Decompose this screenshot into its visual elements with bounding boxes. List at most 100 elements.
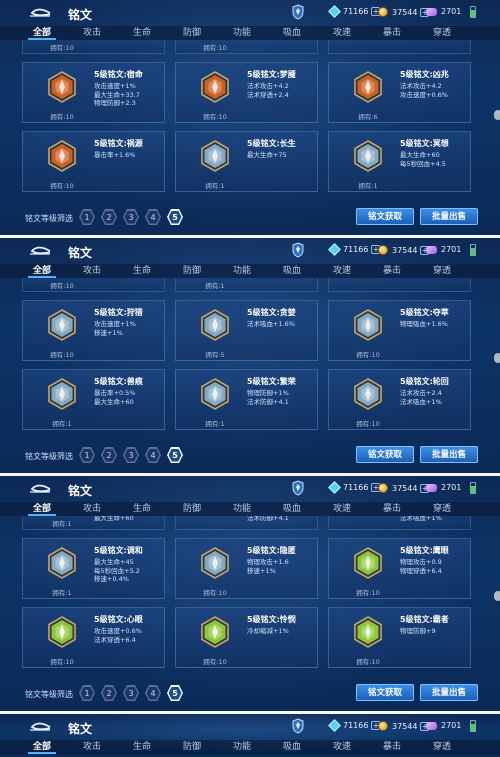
level-filter-1[interactable]: 1: [79, 685, 95, 701]
tab-8[interactable]: 穿透: [422, 740, 462, 754]
level-filter-4[interactable]: 4: [145, 447, 161, 463]
inscription-card[interactable]: 5级铭文:兽痕 暴击率+0.5% 最大生命+60 拥有:1: [22, 369, 165, 430]
inscription-card[interactable]: 5级铭文:夺萃 物理吸血+1.6% 拥有:10: [328, 300, 471, 361]
tab-8[interactable]: 穿透: [422, 26, 462, 40]
tab-5[interactable]: 吸血: [272, 264, 312, 278]
back-button[interactable]: [28, 7, 52, 19]
tab-2[interactable]: 生命: [122, 26, 162, 40]
shield-badge-icon[interactable]: [292, 242, 304, 258]
back-button[interactable]: [28, 245, 52, 257]
inscription-card[interactable]: 5级铭文:霸者 物理防御+9 拥有:10: [328, 607, 471, 668]
tab-6[interactable]: 攻速: [322, 264, 362, 278]
tab-4[interactable]: 功能: [222, 740, 262, 754]
tab-1[interactable]: 攻击: [72, 740, 112, 754]
tab-7[interactable]: 暴击: [372, 26, 412, 40]
tab-0[interactable]: 全部: [22, 26, 62, 40]
tab-3[interactable]: 防御: [172, 264, 212, 278]
inscription-card[interactable]: 5级铭文:轮回 法术攻击+2.4 法术吸血+1% 拥有:10: [328, 369, 471, 430]
level-filter-1[interactable]: 1: [79, 209, 95, 225]
tab-7[interactable]: 暴击: [372, 740, 412, 754]
inscription-card[interactable]: 5级铭文:梦魇 法术攻击+4.2 法术穿透+2.4 拥有:10: [175, 62, 318, 123]
shield-badge-icon[interactable]: [292, 4, 304, 20]
inscription-card[interactable]: 5级铭文:鹰眼 物理攻击+0.9 物理穿透+6.4 拥有:10: [328, 538, 471, 599]
side-scroll-handle[interactable]: [494, 110, 500, 120]
tab-2[interactable]: 生命: [122, 264, 162, 278]
tab-4[interactable]: 功能: [222, 502, 262, 516]
inscription-name: 5级铭文:心眼: [94, 615, 143, 624]
shield-badge-icon[interactable]: [292, 718, 304, 734]
inscription-card[interactable]: 5级铭文:狩猎 攻击速度+1% 移速+1% 拥有:10: [22, 300, 165, 361]
level-filter-5[interactable]: 5: [167, 209, 183, 225]
inscription-card-partial[interactable]: 最大生命+60 拥有:1: [22, 516, 165, 530]
tab-5[interactable]: 吸血: [272, 26, 312, 40]
bulk-sell-button[interactable]: 批量出售: [420, 684, 478, 701]
tab-0[interactable]: 全部: [22, 264, 62, 278]
inscription-card-partial[interactable]: 拥有:1: [175, 278, 318, 292]
level-filter-4[interactable]: 4: [145, 685, 161, 701]
tab-5[interactable]: 吸血: [272, 740, 312, 754]
acquire-inscription-button[interactable]: 铭文获取: [356, 446, 414, 463]
tab-4[interactable]: 功能: [222, 26, 262, 40]
inscription-card-partial[interactable]: 法术吸血+1%: [328, 516, 471, 530]
level-filter-3[interactable]: 3: [123, 447, 139, 463]
inscription-card[interactable]: 5级铭文:怜悯 冷却缩减+1% 拥有:10: [175, 607, 318, 668]
bulk-sell-button[interactable]: 批量出售: [420, 208, 478, 225]
tab-0[interactable]: 全部: [22, 502, 62, 516]
gem-icon: [426, 7, 437, 16]
level-filter-2[interactable]: 2: [101, 685, 117, 701]
tab-1[interactable]: 攻击: [72, 26, 112, 40]
inscription-card[interactable]: 5级铭文:隐匿 物理攻击+1.6 移速+1% 拥有:10: [175, 538, 318, 599]
inscription-card[interactable]: 5级铭文:宿命 攻击速度+1% 最大生命+33.7 物理防御+2.3 拥有:10: [22, 62, 165, 123]
tab-1[interactable]: 攻击: [72, 264, 112, 278]
inscription-card-partial[interactable]: 拥有:10: [22, 40, 165, 54]
tab-7[interactable]: 暴击: [372, 264, 412, 278]
tab-7[interactable]: 暴击: [372, 502, 412, 516]
acquire-inscription-button[interactable]: 铭文获取: [356, 684, 414, 701]
level-filter-5[interactable]: 5: [167, 447, 183, 463]
tab-8[interactable]: 穿透: [422, 502, 462, 516]
inscription-card-partial[interactable]: 拥有:10: [22, 278, 165, 292]
acquire-inscription-button[interactable]: 铭文获取: [356, 208, 414, 225]
bulk-sell-button[interactable]: 批量出售: [420, 446, 478, 463]
side-scroll-handle[interactable]: [494, 353, 500, 363]
side-scroll-handle[interactable]: [494, 591, 500, 601]
category-tabs: 全部 攻击 生命 防御 功能 吸血 攻速 暴击 穿透: [0, 502, 500, 516]
tab-6[interactable]: 攻速: [322, 502, 362, 516]
tab-4[interactable]: 功能: [222, 264, 262, 278]
tab-2[interactable]: 生命: [122, 502, 162, 516]
level-filter-2[interactable]: 2: [101, 447, 117, 463]
inscription-card-partial[interactable]: 拥有:10: [175, 40, 318, 54]
inscription-card-partial[interactable]: [328, 278, 471, 292]
level-filter-3[interactable]: 3: [123, 209, 139, 225]
level-filter-1[interactable]: 1: [79, 447, 95, 463]
tab-5[interactable]: 吸血: [272, 502, 312, 516]
tab-2[interactable]: 生命: [122, 740, 162, 754]
back-button[interactable]: [28, 721, 52, 733]
inscription-card-partial[interactable]: 法术防御+4.1: [175, 516, 318, 530]
tab-1[interactable]: 攻击: [72, 502, 112, 516]
tab-0[interactable]: 全部: [22, 740, 62, 754]
tab-3[interactable]: 防御: [172, 26, 212, 40]
inscription-card[interactable]: 5级铭文:心眼 攻击速度+0.6% 法术穿透+6.4 拥有:10: [22, 607, 165, 668]
inscription-card-partial[interactable]: [328, 40, 471, 54]
level-filter-3[interactable]: 3: [123, 685, 139, 701]
level-number: 1: [84, 212, 90, 222]
level-filter-4[interactable]: 4: [145, 209, 161, 225]
tab-6[interactable]: 攻速: [322, 26, 362, 40]
inscription-card[interactable]: 5级铭文:长生 最大生命+75 拥有:1: [175, 131, 318, 192]
inscription-card[interactable]: 5级铭文:调和 最大生命+45 每5秒回血+5.2 移速+0.4% 拥有:1: [22, 538, 165, 599]
level-filter-5[interactable]: 5: [167, 685, 183, 701]
gold-coin-icon: [378, 7, 388, 17]
back-button[interactable]: [28, 483, 52, 495]
level-filter-2[interactable]: 2: [101, 209, 117, 225]
tab-3[interactable]: 防御: [172, 740, 212, 754]
shield-badge-icon[interactable]: [292, 480, 304, 496]
inscription-card[interactable]: 5级铭文:冥想 最大生命+60 每5秒回血+4.5 拥有:1: [328, 131, 471, 192]
tab-8[interactable]: 穿透: [422, 264, 462, 278]
inscription-card[interactable]: 5级铭文:贪婪 法术吸血+1.6% 拥有:5: [175, 300, 318, 361]
inscription-card[interactable]: 5级铭文:繁荣 物理防御+1% 法术防御+4.1 拥有:1: [175, 369, 318, 430]
tab-3[interactable]: 防御: [172, 502, 212, 516]
tab-6[interactable]: 攻速: [322, 740, 362, 754]
inscription-card[interactable]: 5级铭文:凶兆 法术攻击+4.2 攻击速度+0.6% 拥有:6: [328, 62, 471, 123]
inscription-card[interactable]: 5级铭文:祸源 暴击率+1.6% 拥有:10: [22, 131, 165, 192]
